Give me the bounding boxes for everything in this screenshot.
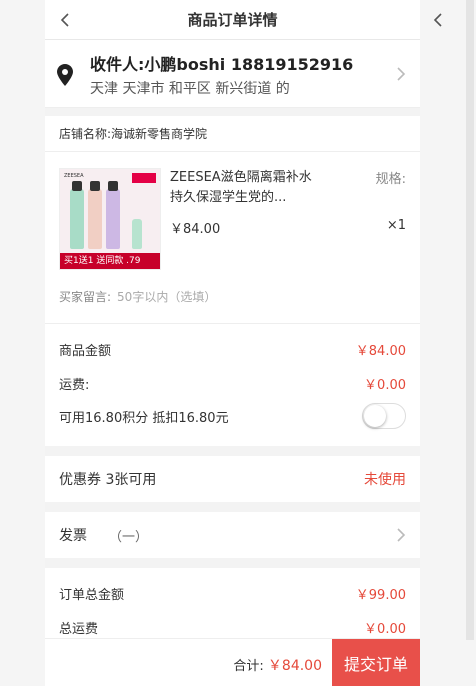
points-toggle[interactable] — [362, 403, 406, 429]
goods-amount-row: 商品金额 ￥84.00 — [59, 340, 406, 359]
product-quantity: ×1 — [386, 218, 406, 233]
product-price: ￥84.00 — [170, 222, 221, 237]
bottle-green — [70, 181, 84, 249]
submit-order-button[interactable]: 提交订单 — [332, 639, 420, 686]
chevron-right-icon — [397, 528, 406, 542]
order-total-label: 订单总金额 — [59, 588, 125, 603]
location-pin-icon — [57, 64, 73, 86]
product-image-promo: 买1送1 送同款 .79 — [60, 253, 160, 269]
total-freight-value: ￥0.00 — [364, 622, 406, 637]
total-freight-label: 总运费 — [59, 622, 99, 637]
buyer-message-input[interactable]: 50字以内（选填） — [117, 290, 216, 304]
chevron-right-icon — [397, 67, 406, 81]
receiver-info: 收件人:小鹏boshi 18819152916 — [90, 55, 354, 74]
coupon-label: 优惠券 3张可用 — [59, 472, 157, 488]
order-sum: 合计: ￥84.00 — [233, 655, 322, 675]
sum-label: 合计: — [233, 659, 264, 674]
shop-name: 海诚新零售商学院 — [111, 127, 208, 141]
invoice-row[interactable]: 发票 （一） — [45, 512, 420, 558]
scrollbar[interactable] — [466, 0, 474, 640]
divider — [45, 558, 420, 568]
address-text: 天津 天津市 和平区 新兴街道 的 — [90, 81, 290, 97]
goods-amount-value: ￥84.00 — [355, 344, 406, 359]
order-detail-page: 商品订单详情 收件人:小鹏boshi 18819152916 天津 天津市 和平… — [45, 0, 420, 686]
bottle-purple — [106, 181, 120, 249]
divider — [45, 446, 420, 456]
buyer-message[interactable]: 买家留言: 50字以内（选填） — [59, 288, 216, 305]
order-total-row: 订单总金额 ￥99.00 — [59, 584, 406, 603]
product-image-brand: ZEESEA — [64, 173, 84, 179]
bottle-pink — [88, 181, 102, 249]
divider — [45, 502, 420, 512]
sum-value: ￥84.00 — [267, 658, 322, 674]
product-image[interactable]: ZEESEA 买1送1 送同款 .79 — [59, 168, 161, 270]
points-label: 可用16.80积分 抵扣16.80元 — [59, 411, 229, 426]
page-title: 商品订单详情 — [187, 11, 278, 29]
freight-label: 运费: — [59, 378, 90, 393]
freight-value: ￥0.00 — [364, 378, 406, 393]
toggle-knob — [364, 405, 386, 427]
buyer-message-label: 买家留言: — [59, 290, 112, 304]
checkout-bar: 合计: ￥84.00 提交订单 — [45, 638, 420, 686]
total-freight-row: 总运费 ￥0.00 — [59, 618, 406, 637]
back-icon[interactable] — [55, 10, 75, 30]
product-image-badge — [132, 173, 156, 183]
divider — [45, 108, 420, 116]
outer-back-icon[interactable] — [428, 10, 448, 30]
shop-label: 店铺名称: — [59, 127, 112, 141]
product-card: ZEESEA 买1送1 送同款 .79 ZEESEA滋色隔离霜补水持久保湿学生党… — [45, 152, 420, 324]
page-header: 商品订单详情 — [45, 0, 420, 40]
product-spec-label: 规格: — [375, 172, 406, 187]
address-card[interactable]: 收件人:小鹏boshi 18819152916 天津 天津市 和平区 新兴街道 … — [45, 40, 420, 108]
shop-row: 店铺名称: 海诚新零售商学院 — [45, 116, 420, 152]
amounts-section: 商品金额 ￥84.00 运费: ￥0.00 可用16.80积分 抵扣16.80元 — [45, 324, 420, 446]
invoice-value: （一） — [109, 529, 149, 545]
invoice-label: 发票 — [59, 528, 87, 544]
goods-amount-label: 商品金额 — [59, 344, 112, 359]
product-name: ZEESEA滋色隔离霜补水持久保湿学生党的... — [170, 170, 312, 205]
order-total-value: ￥99.00 — [355, 588, 406, 603]
freight-row: 运费: ￥0.00 — [59, 374, 406, 393]
coupon-row[interactable]: 优惠券 3张可用 未使用 — [45, 456, 420, 502]
points-row: 可用16.80积分 抵扣16.80元 — [59, 407, 340, 426]
bottle-small — [132, 219, 142, 249]
coupon-status: 未使用 — [364, 472, 406, 488]
